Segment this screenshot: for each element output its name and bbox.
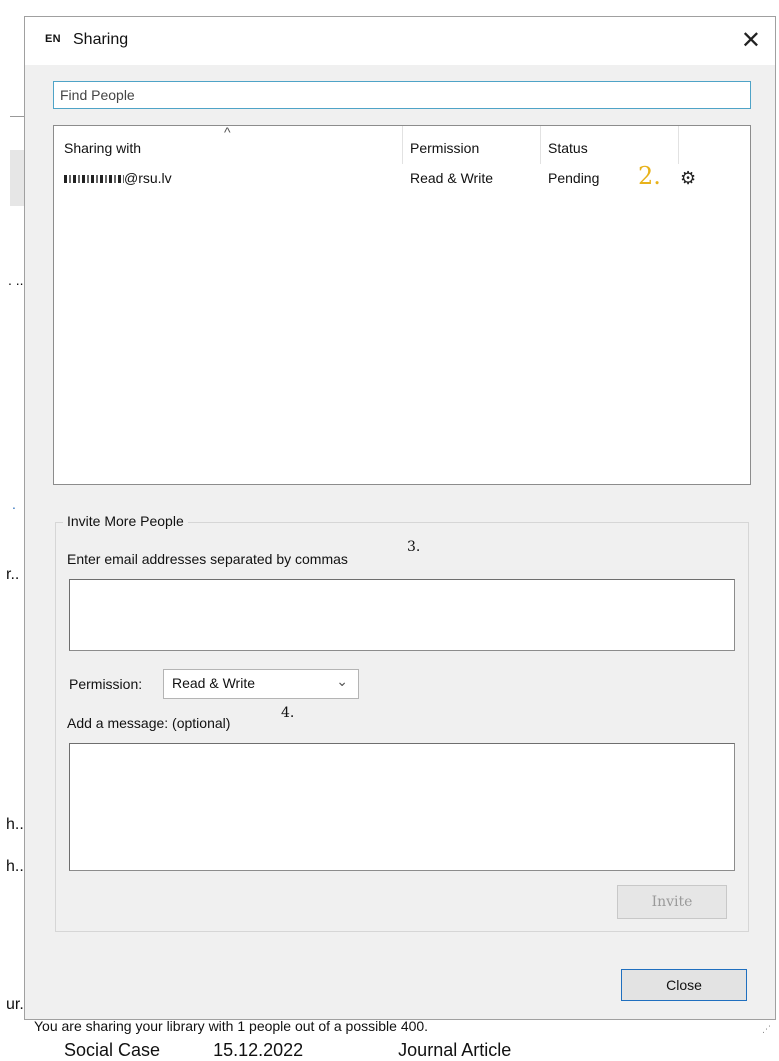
table-row[interactable]: @rsu.lv Read & Write Pending 2. ⚙	[54, 162, 750, 192]
column-separator[interactable]	[402, 126, 403, 164]
invite-button[interactable]: Invite	[617, 885, 727, 919]
column-separator[interactable]	[540, 126, 541, 164]
column-header-sharing-with[interactable]: Sharing with	[64, 140, 141, 156]
resize-grip-icon[interactable]: ⋰	[762, 1024, 771, 1035]
row-status: Pending	[548, 170, 600, 186]
background-fragment: h..	[6, 816, 24, 833]
title-bar: EN Sharing ✕	[25, 17, 775, 65]
sort-ascending-icon: ^	[224, 124, 231, 140]
sharing-dialog: EN Sharing ✕ Sharing with ^ Permission S…	[24, 16, 776, 1020]
background-fragment: . ..	[8, 272, 24, 288]
background-fragment: ur.	[6, 996, 24, 1013]
permission-label: Permission:	[69, 676, 143, 692]
background-fragment: .	[12, 496, 16, 512]
invite-group-title: Invite More People	[63, 513, 188, 529]
column-header-permission[interactable]: Permission	[410, 140, 479, 156]
message-field[interactable]	[69, 743, 735, 871]
background-bottom-row: Social Case 15.12.2022 Journal Article	[64, 1040, 511, 1061]
dialog-title: Sharing	[73, 31, 129, 48]
gear-icon[interactable]: ⚙	[680, 168, 696, 189]
annotation-step-3: 3.	[407, 539, 421, 555]
close-icon[interactable]: ✕	[741, 26, 761, 55]
background-cell: Journal Article	[398, 1040, 512, 1060]
app-icon: EN	[45, 33, 61, 45]
background-cell: 15.12.2022	[213, 1040, 304, 1060]
annotation-step-4: 4.	[281, 705, 295, 721]
redacted-email-name	[64, 175, 124, 184]
email-addresses-label: Enter email addresses separated by comma…	[67, 551, 348, 567]
permission-select[interactable]: Read & Write ⌄	[163, 669, 359, 699]
close-button[interactable]: Close	[621, 969, 747, 1001]
permission-select-value: Read & Write	[172, 675, 255, 691]
sharing-list[interactable]: Sharing with ^ Permission Status @rsu.lv…	[53, 124, 751, 485]
background-selected-row	[10, 150, 24, 206]
chevron-down-icon: ⌄	[336, 673, 348, 689]
email-addresses-field[interactable]	[69, 579, 735, 651]
background-divider	[10, 116, 24, 117]
annotation-step-2: 2.	[638, 162, 661, 190]
background-fragment: r..	[6, 566, 20, 583]
column-header-status[interactable]: Status	[548, 140, 588, 156]
background-cell: Social Case	[64, 1040, 161, 1060]
row-permission: Read & Write	[410, 170, 493, 186]
sharing-email: @rsu.lv	[64, 170, 172, 186]
find-people-input[interactable]	[53, 81, 751, 109]
message-label: Add a message: (optional)	[67, 715, 231, 731]
column-separator[interactable]	[678, 126, 679, 164]
status-bar-text: You are sharing your library with 1 peop…	[34, 1018, 429, 1034]
